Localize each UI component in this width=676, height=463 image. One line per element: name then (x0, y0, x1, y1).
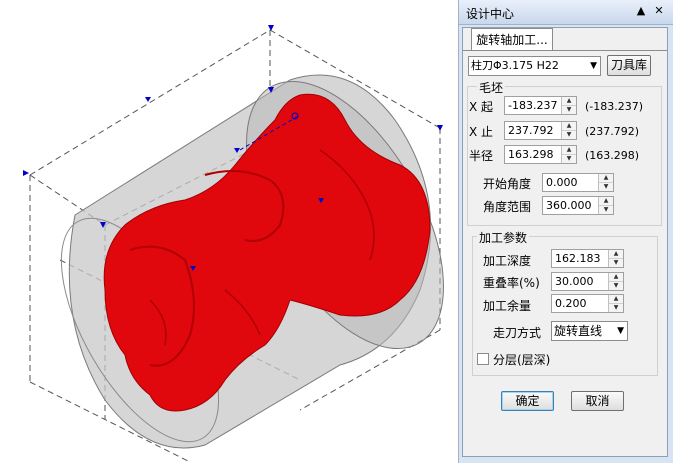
toolpath-label: 走刀方式 (493, 326, 542, 340)
x-end-label: X 止 (469, 125, 494, 139)
tool-select-value: 柱刀Φ3.175 H22 (471, 59, 559, 72)
tab-rotary-machining[interactable]: 旋转轴加工... (471, 28, 553, 51)
x-end-readout: (237.792) (585, 125, 640, 138)
depth-input[interactable]: 162.183 ▲ ▼ (551, 249, 624, 268)
pin-icon[interactable]: ▲ (634, 4, 648, 18)
start-angle-input[interactable]: 0.000 ▲ ▼ (542, 173, 614, 192)
spin-down-icon: ▼ (603, 206, 609, 213)
depth-label: 加工深度 (483, 254, 532, 268)
spin-down-icon: ▼ (613, 282, 619, 289)
spin-up-icon: ▲ (599, 197, 613, 206)
scene (23, 25, 444, 463)
x-end-input[interactable]: 237.792 ▲ ▼ (504, 121, 577, 140)
radius-input[interactable]: 163.298 ▲ ▼ (504, 145, 577, 164)
layered-checkbox[interactable] (477, 353, 489, 365)
allowance-input[interactable]: 0.200 ▲ ▼ (551, 294, 624, 313)
design-center-panel: 设计中心 ▲ ✕ 旋转轴加工... 柱刀Φ3.175 H22 ▼ 刀具库 毛坯 … (458, 0, 673, 463)
radius-readout: (163.298) (585, 149, 640, 162)
spin-up-icon: ▲ (609, 250, 623, 259)
cancel-button[interactable]: 取消 (571, 391, 624, 411)
spin-down-icon: ▼ (566, 106, 572, 113)
spin-down-icon: ▼ (613, 259, 619, 266)
angle-range-label: 角度范围 (483, 200, 532, 214)
x-start-label: X 起 (469, 100, 494, 114)
spin-down-icon: ▼ (613, 304, 619, 311)
spin-up-icon: ▲ (609, 273, 623, 282)
spin-down-icon: ▼ (566, 155, 572, 162)
chevron-down-icon: ▼ (617, 326, 624, 336)
tool-library-button[interactable]: 刀具库 (607, 55, 651, 76)
chevron-down-icon: ▼ (590, 61, 597, 71)
close-icon[interactable]: ✕ (652, 4, 666, 18)
overlap-input[interactable]: 30.000 ▲ ▼ (551, 272, 624, 291)
spin-up-icon: ▲ (599, 174, 613, 183)
layered-label: 分层(层深) (493, 353, 551, 367)
x-start-readout: (-183.237) (585, 100, 644, 113)
radius-label: 半径 (469, 149, 494, 163)
3d-viewport[interactable] (0, 0, 458, 463)
spin-down-icon: ▼ (566, 131, 572, 138)
tool-select[interactable]: 柱刀Φ3.175 H22 ▼ (468, 56, 601, 76)
overlap-label: 重叠率(%) (483, 276, 540, 290)
start-angle-label: 开始角度 (483, 177, 532, 191)
spin-up-icon: ▲ (562, 122, 576, 131)
panel-title: 设计中心 (466, 7, 515, 21)
x-start-input[interactable]: -183.237 ▲ ▼ (504, 96, 577, 115)
spin-up-icon: ▲ (609, 295, 623, 304)
toolpath-select-value: 旋转直线 (554, 324, 603, 338)
machining-group-title: 加工参数 (477, 229, 530, 246)
blank-group-title: 毛坯 (477, 79, 506, 96)
allowance-label: 加工余量 (483, 299, 532, 313)
spin-down-icon: ▼ (603, 183, 609, 190)
toolpath-select[interactable]: 旋转直线 ▼ (551, 321, 628, 341)
spin-up-icon: ▲ (562, 146, 576, 155)
panel-body: 旋转轴加工... 柱刀Φ3.175 H22 ▼ 刀具库 毛坯 X 起 -183.… (462, 27, 668, 457)
spin-up-icon: ▲ (562, 97, 576, 106)
panel-titlebar: 设计中心 ▲ ✕ (459, 0, 673, 25)
angle-range-input[interactable]: 360.000 ▲ ▼ (542, 196, 614, 215)
ok-button[interactable]: 确定 (501, 391, 554, 411)
